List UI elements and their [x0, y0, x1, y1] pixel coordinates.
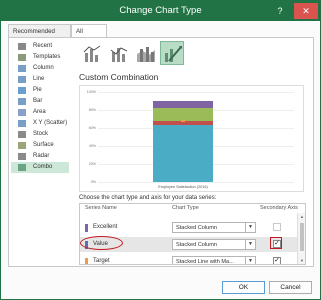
chart-type-value: Stacked Column: [176, 242, 218, 248]
nav-item-label: Area: [33, 109, 46, 115]
chevron-down-icon[interactable]: ▼: [245, 223, 255, 232]
chart-type-nav: Recent Templates Column Line Pie Bar Area X Y (…: [11, 41, 69, 173]
y-tick-label: 0%: [90, 180, 96, 184]
title-bar: Change Chart Type ? ✕: [1, 1, 320, 21]
nav-item-radar[interactable]: Radar: [11, 151, 69, 162]
nav-item-stock[interactable]: Stock: [11, 129, 69, 140]
series-grid-header: Series Name Chart Type Secondary Axis: [80, 204, 305, 213]
gridline: [98, 92, 294, 93]
clustered-column-line-icon: [83, 45, 101, 62]
templates-icon: [18, 54, 26, 61]
nav-item-area[interactable]: Area: [11, 107, 69, 118]
combo-icon: [18, 164, 26, 171]
nav-item-surface[interactable]: Surface: [11, 140, 69, 151]
stock-icon: [18, 131, 26, 138]
target-marker: [181, 119, 185, 122]
close-button[interactable]: ✕: [294, 3, 318, 19]
chart-type-value: Stacked Column: [176, 225, 218, 231]
chart-type-value: Stacked Line with Ma...: [176, 259, 234, 265]
series-name: Excellent: [93, 224, 118, 230]
nav-item-label: Line: [33, 76, 45, 82]
nav-item-label: Pie: [33, 87, 42, 93]
nav-item-label: Radar: [33, 153, 50, 159]
tab-all-charts[interactable]: All Charts: [71, 24, 107, 48]
scroll-down-icon[interactable]: ▼: [298, 258, 305, 263]
chart-preview: Employee Satisfaction (2016) 100% 80% 60% 4…: [79, 85, 304, 192]
chart-type-dropdown[interactable]: Stacked Column ▼: [172, 222, 256, 233]
bar-segment-blue: [153, 125, 213, 182]
secondary-axis-checkbox[interactable]: [273, 223, 281, 231]
header-secondary-axis: Secondary Axis: [260, 205, 298, 211]
nav-item-label: Column: [33, 65, 54, 71]
chart-type-dropdown[interactable]: Stacked Column ▼: [172, 239, 256, 250]
nav-item-templates[interactable]: Templates: [11, 52, 69, 63]
series-color-swatch: [85, 258, 88, 264]
stacked-area-column-thumb[interactable]: [133, 41, 157, 65]
y-tick-label: 100%: [86, 90, 96, 94]
series-row-excellent[interactable]: Excellent Stacked Column ▼: [80, 220, 297, 235]
recent-icon: [18, 43, 26, 50]
nav-item-pie[interactable]: Pie: [11, 85, 69, 96]
nav-item-label: Stock: [33, 131, 49, 137]
series-row-target[interactable]: Target Stacked Line with Ma... ▼ ✓: [80, 254, 297, 265]
series-grid: Series Name Chart Type Secondary Axis Ex…: [79, 203, 306, 265]
chevron-down-icon[interactable]: ▼: [245, 257, 255, 264]
nav-item-bar[interactable]: Bar: [11, 96, 69, 107]
nav-item-label: X Y (Scatter): [33, 120, 68, 126]
series-name: Target: [93, 258, 110, 264]
nav-item-recent[interactable]: Recent: [11, 41, 69, 52]
y-tick-label: 80%: [88, 108, 96, 112]
nav-item-x-y-scatter[interactable]: X Y (Scatter): [11, 118, 69, 129]
radar-icon: [18, 153, 26, 160]
nav-item-line[interactable]: Line: [11, 74, 69, 85]
scroll-up-icon[interactable]: ▲: [298, 214, 305, 219]
surface-icon: [18, 142, 26, 149]
nav-item-column[interactable]: Column: [11, 63, 69, 74]
clustered-column-line-thumb[interactable]: [79, 41, 103, 65]
y-tick-label: 60%: [88, 126, 96, 130]
y-tick-label: 20%: [88, 162, 96, 166]
line-icon: [18, 76, 26, 83]
area-icon: [18, 109, 26, 116]
series-color-swatch: [85, 224, 88, 232]
ok-button[interactable]: OK: [222, 281, 265, 294]
header-chart-type: Chart Type: [172, 205, 199, 211]
series-prompt: Choose the chart type and axis for your …: [79, 195, 217, 201]
nav-item-label: Bar: [33, 98, 43, 104]
help-button[interactable]: ?: [273, 4, 287, 18]
chart-type-dropdown[interactable]: Stacked Line with Ma... ▼: [172, 256, 256, 265]
secondary-axis-checkbox[interactable]: ✓: [273, 257, 281, 264]
nav-item-combo[interactable]: Combo: [11, 162, 69, 173]
custom-combination-icon: [165, 46, 182, 62]
custom-combination-thumb[interactable]: [160, 41, 184, 65]
series-grid-scrollbar[interactable]: ▲ ▼: [297, 213, 305, 264]
stacked-area-column-icon: [137, 47, 155, 62]
section-title: Custom Combination: [79, 72, 159, 82]
scatter-icon: [18, 120, 26, 127]
annotation-ellipse: [80, 236, 123, 250]
x-category-label: Employee Satisfaction (2016): [158, 185, 208, 189]
annotation-box: [270, 237, 282, 249]
chevron-down-icon[interactable]: ▼: [245, 240, 255, 249]
scroll-thumb[interactable]: [300, 223, 304, 251]
nav-item-label: Surface: [33, 142, 54, 148]
column-line-secondary-thumb[interactable]: [106, 41, 130, 65]
column-icon: [18, 65, 26, 72]
column-line-secondary-icon: [110, 47, 128, 62]
header-series-name: Series Name: [85, 205, 117, 211]
tab-recommended-charts[interactable]: Recommended Charts: [8, 24, 71, 48]
cancel-button[interactable]: Cancel: [269, 281, 312, 294]
nav-item-label: Recent: [33, 43, 53, 49]
nav-item-label: Templates: [33, 54, 61, 60]
nav-item-label: Combo: [33, 164, 53, 170]
change-chart-type-dialog: Change Chart Type ? ✕ Recommended Charts…: [0, 0, 321, 300]
bar-segment-purple: [153, 101, 213, 109]
y-tick-label: 40%: [88, 144, 96, 148]
bar-icon: [18, 98, 26, 105]
gridline: [98, 182, 294, 183]
pie-icon: [18, 87, 26, 94]
